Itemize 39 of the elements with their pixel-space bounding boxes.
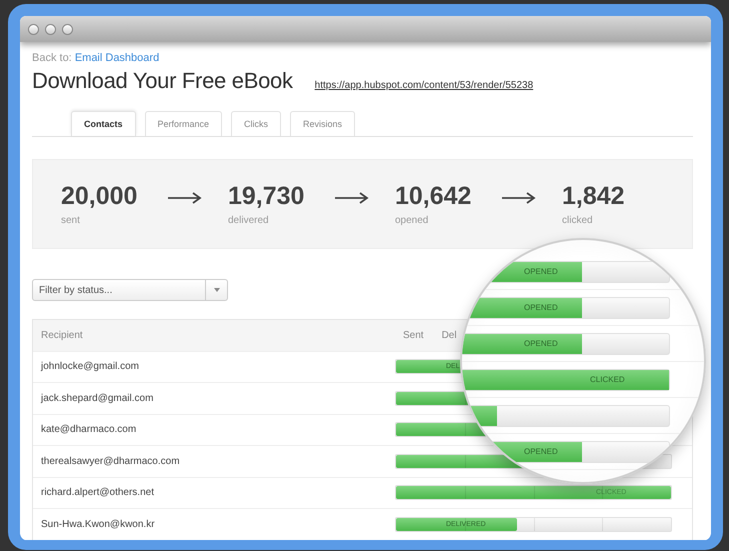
window-control-icon[interactable] xyxy=(28,24,39,34)
tab[interactable]: Performance xyxy=(144,111,222,136)
window-control-icon[interactable] xyxy=(62,24,73,34)
caret-icon xyxy=(214,288,220,292)
status-label: OPENED xyxy=(524,303,558,312)
url-link[interactable]: https://app.hubspot.com/content/53/render/55238 xyxy=(314,80,534,91)
recipient-email: therealsawyer@dharmaco.com xyxy=(40,456,181,467)
stat-label: sent xyxy=(61,215,81,226)
status-label: OPENED xyxy=(524,267,558,276)
tab[interactable]: Contacts xyxy=(71,111,136,136)
column-header: Recipient xyxy=(40,330,84,341)
window-control-icon[interactable] xyxy=(45,24,56,34)
tab[interactable]: Revisions xyxy=(290,111,356,136)
arrow-icon xyxy=(501,192,536,204)
page-title: Download Your Free eBook xyxy=(32,68,293,94)
recipient-email: jack.shepard@gmail.com xyxy=(40,392,154,404)
arrow-icon xyxy=(334,192,369,204)
stat-label: delivered xyxy=(228,215,270,226)
dropdown-button[interactable] xyxy=(206,279,228,301)
recipient-email: richard.alpert@others.net xyxy=(40,487,155,498)
tab[interactable]: Clicks xyxy=(231,111,282,136)
dashboard-link[interactable]: Email Dashboard xyxy=(74,52,160,64)
status-label: OPENED xyxy=(524,339,558,348)
column-header: Sent xyxy=(403,330,424,341)
status-filter[interactable]: Filter by status... xyxy=(32,279,206,301)
stat-label: clicked xyxy=(562,215,594,226)
stat-value: 10,642 xyxy=(395,182,472,211)
recipient-email: Sun-Hwa.Kwon@kwon.kr xyxy=(40,518,156,530)
column-header: Del xyxy=(442,330,457,341)
status-label: OPENED xyxy=(524,447,558,456)
stat-value: 20,000 xyxy=(61,182,138,211)
stat-value: 19,730 xyxy=(228,182,306,211)
recipient-email: johnlocke@gmail.com xyxy=(40,361,140,372)
arrow-icon xyxy=(167,192,202,204)
recipient-email: kate@dharmaco.com xyxy=(40,424,138,436)
stat-label: opened xyxy=(395,215,430,226)
stat-value: 1,842 xyxy=(562,182,626,211)
status-label: CLICKED xyxy=(590,375,625,384)
back-link-text: Back to: Email Dashboard xyxy=(32,52,160,64)
